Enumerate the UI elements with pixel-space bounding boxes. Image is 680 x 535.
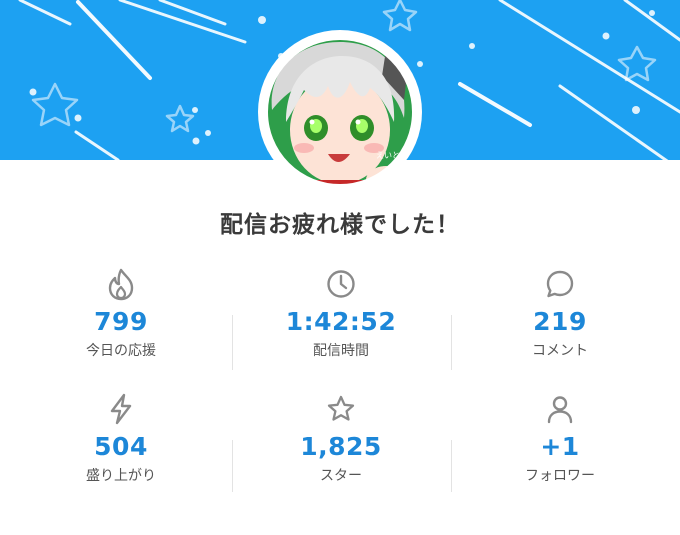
page-title: 配信お疲れ様でした！ [220,212,460,238]
flame-icon [8,265,234,303]
stat-label: 盛り上がり [86,468,156,484]
stat-cheers: 799 今日の応援 [8,265,234,360]
stat-comments: 219 コメント [447,265,673,360]
stat-value: 219 [533,307,587,336]
lightning-icon [8,390,234,428]
stat-value: 504 [94,432,148,461]
stat-label: フォロワー [525,468,595,484]
stat-value: +1 [540,432,580,461]
avatar-illustration: えいとくん [262,34,418,190]
stat-label: 今日の応援 [86,343,156,359]
stat-label: 配信時間 [313,343,369,359]
speech-bubble-icon [447,265,673,303]
stat-stream-time: 1:42:52 配信時間 [228,265,454,360]
stat-stars: 1,825 スター [228,390,454,485]
stat-label: スター [320,468,362,484]
clock-icon [228,265,454,303]
stat-value: 1:42:52 [285,307,397,336]
streamer-avatar[interactable]: えいとくん [258,30,422,194]
stat-followers: +1 フォロワー [447,390,673,485]
star-icon [228,390,454,428]
stat-excitement: 504 盛り上がり [8,390,234,485]
person-icon [447,390,673,428]
stat-value: 1,825 [300,432,382,461]
stat-label: コメント [532,343,588,359]
stat-value: 799 [94,307,148,336]
